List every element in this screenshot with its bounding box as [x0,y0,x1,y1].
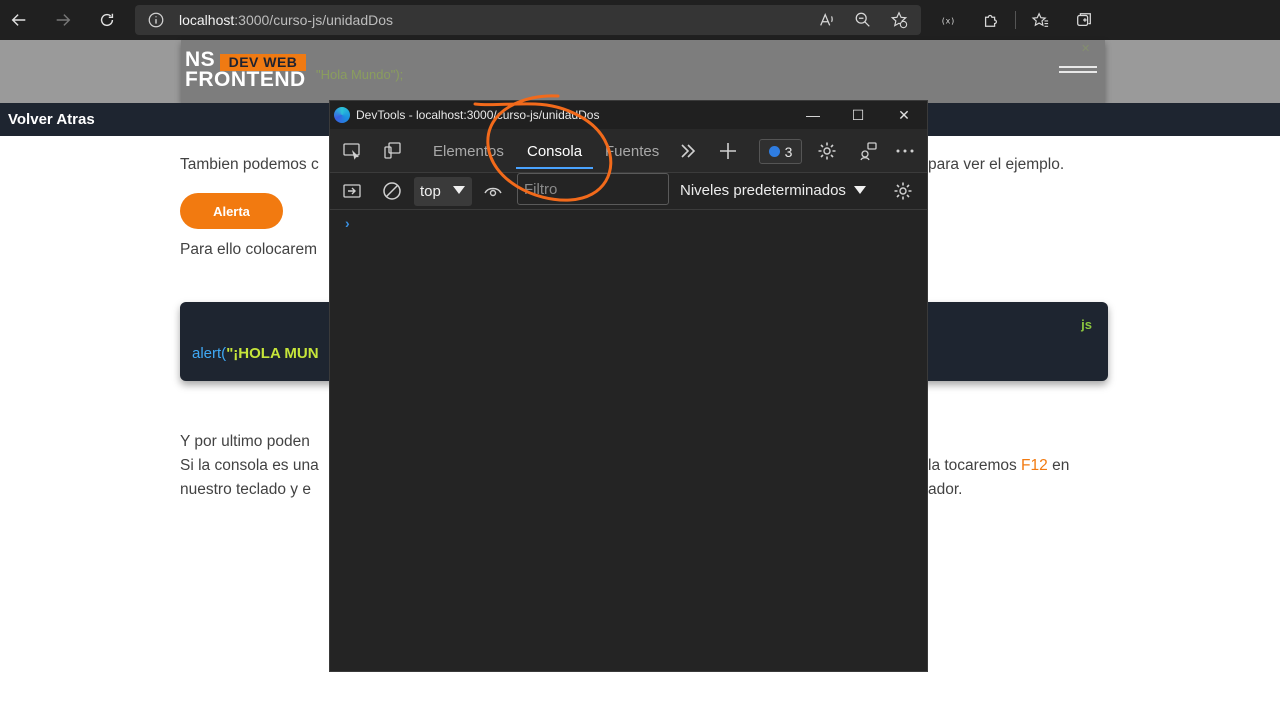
header-ghost-text: "Hola Mundo"); [316,67,404,82]
devtools-titlebar: DevTools - localhost:3000/curso-js/unida… [330,101,927,129]
paragraph-4-right: la tocaremos F12 en [928,457,1070,474]
paragraph-4-left: Si la consola es una [180,457,319,474]
info-icon[interactable] [147,11,165,29]
svg-text:(x): (x) [941,16,956,26]
puzzle-icon[interactable] [980,9,1002,31]
more-tabs-icon[interactable] [676,139,700,163]
context-select[interactable]: top [414,177,472,206]
feedback-icon[interactable] [856,139,880,163]
chevron-down-icon [453,186,465,194]
paragraph-5-right: ador. [928,481,963,498]
f12-key: F12 [1021,457,1048,474]
collections-icon[interactable] [1073,9,1095,31]
minimize-icon[interactable]: — [803,105,823,125]
read-aloud-icon[interactable] [816,9,838,31]
devtools-title: DevTools - localhost:3000/curso-js/unida… [356,108,600,122]
paragraph-1-right: para ver el ejemplo. [928,156,1065,173]
favorites-add-icon[interactable] [888,9,910,31]
device-emulation-icon[interactable] [380,139,404,163]
zoom-out-icon[interactable] [852,9,874,31]
url-text: localhost:3000/curso-js/unidadDos [179,12,394,28]
back-arrow-icon[interactable] [7,8,31,32]
active-tab-indicator [516,167,593,169]
browser-toolbar: localhost:3000/curso-js/unidadDos (x) [0,0,1280,40]
devtools-window: DevTools - localhost:3000/curso-js/unida… [329,100,928,672]
toolbar-divider [1015,11,1016,29]
paragraph-1-left: Tambien podemos c [180,156,319,173]
forward-arrow-icon[interactable] [51,8,75,32]
alert-button[interactable]: Alerta [180,193,283,229]
console-toolbar: top Niveles predeterminados [330,173,927,210]
logo-frontend: FRONTEND [185,68,306,91]
code-line: alert("¡HOLA MUN [192,345,319,362]
sidebar-toggle-icon[interactable] [340,179,364,203]
log-levels-dropdown[interactable]: Niveles predeterminados [680,182,846,199]
favorites-icon[interactable] [1029,9,1051,31]
clear-console-icon[interactable] [380,179,404,203]
console-settings-icon[interactable] [891,179,915,203]
chevron-down-icon[interactable] [854,186,866,194]
close-icon: ✕ [1081,43,1091,55]
add-tab-icon[interactable] [716,139,740,163]
tab-consola[interactable]: Consola [527,143,582,160]
settings-icon[interactable] [815,139,839,163]
close-window-icon[interactable]: ✕ [894,105,914,125]
edge-logo-icon [334,107,350,123]
console-prompt[interactable]: › [345,215,350,231]
back-link[interactable]: Volver Atras [8,111,95,128]
paragraph-2-left: Para ello colocarem [180,241,317,258]
live-expression-eye-icon[interactable] [481,179,505,203]
code-language-label: js [1081,317,1092,332]
refresh-icon[interactable] [95,8,119,32]
logo-ns: NS [185,48,216,71]
paragraph-5-left: nuestro teclado y e [180,481,311,498]
paragraph-3-left: Y por ultimo poden [180,433,310,450]
tab-fuentes[interactable]: Fuentes [605,143,659,160]
maximize-icon[interactable]: ☐ [848,105,868,125]
tab-elementos[interactable]: Elementos [433,143,504,160]
hamburger-menu-icon[interactable] [1059,66,1097,76]
extension-icon[interactable]: (x) [936,9,958,31]
devtools-tabbar: Elementos Consola Fuentes 3 [330,129,927,173]
filter-input[interactable] [517,173,669,205]
inspect-element-icon[interactable] [340,139,364,163]
more-options-icon[interactable] [893,139,917,163]
issues-badge[interactable]: 3 [759,139,802,164]
issues-icon [768,146,780,157]
address-bar[interactable]: localhost:3000/curso-js/unidadDos [135,5,921,35]
